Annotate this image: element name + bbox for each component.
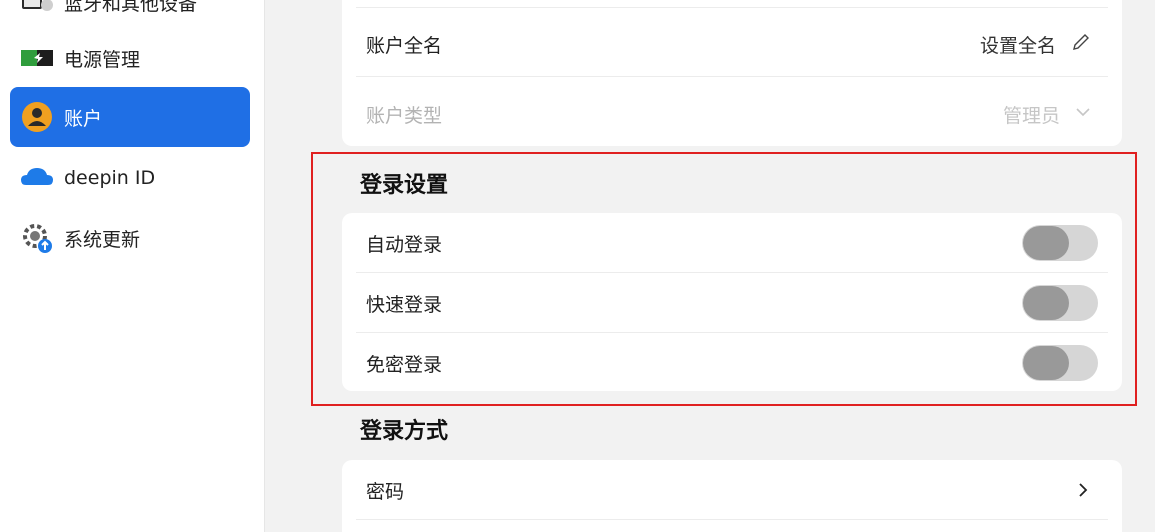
account-type-row: 账户类型 管理员 [356, 84, 1108, 144]
account-type-value: 管理员 [1002, 104, 1060, 127]
account-type-label: 账户类型 [366, 104, 443, 127]
sidebar-item-label: deepin ID [64, 167, 156, 189]
account-fullname-row: 账户全名 设置全名 [356, 14, 1108, 74]
sidebar: 蓝牙和其他设备 电源管理 账户 deepin ID 系统更新 [0, 0, 265, 532]
sidebar-item-label: 系统更新 [64, 228, 141, 251]
cloud-icon [20, 161, 54, 195]
account-fullname-edit[interactable]: 设置全名 [980, 31, 1108, 58]
sidebar-item-label: 蓝牙和其他设备 [64, 0, 198, 15]
divider [356, 76, 1108, 77]
divider [356, 519, 1108, 520]
power-icon [20, 41, 54, 75]
login-methods-card: 密码 [342, 460, 1122, 532]
sidebar-item-accounts[interactable]: 账户 [10, 87, 250, 147]
login-methods-title: 登录方式 [360, 419, 449, 444]
login-method-password-row[interactable]: 密码 [356, 460, 1108, 520]
sidebar-item-label: 账户 [64, 107, 103, 130]
account-type-select[interactable]: 管理员 [1003, 101, 1108, 128]
user-account-icon [20, 100, 54, 134]
account-fullname-label: 账户全名 [366, 34, 443, 57]
highlight-annotation-box [311, 152, 1137, 406]
chevron-right-icon [1074, 481, 1108, 499]
account-fullname-value: 设置全名 [979, 34, 1056, 57]
sidebar-item-label: 电源管理 [64, 48, 141, 71]
sidebar-item-deepin-id[interactable]: deepin ID [10, 148, 250, 208]
bluetooth-devices-icon [20, 0, 54, 19]
pencil-icon[interactable] [1070, 31, 1092, 58]
account-info-card: 账户全名 设置全名 账户类型 管理员 [342, 0, 1122, 146]
sidebar-item-system-update[interactable]: 系统更新 [10, 208, 250, 268]
password-label: 密码 [366, 480, 405, 503]
divider [356, 7, 1108, 8]
system-update-icon [20, 221, 54, 255]
chevron-down-icon [1074, 103, 1092, 126]
sidebar-item-power[interactable]: 电源管理 [10, 28, 250, 88]
